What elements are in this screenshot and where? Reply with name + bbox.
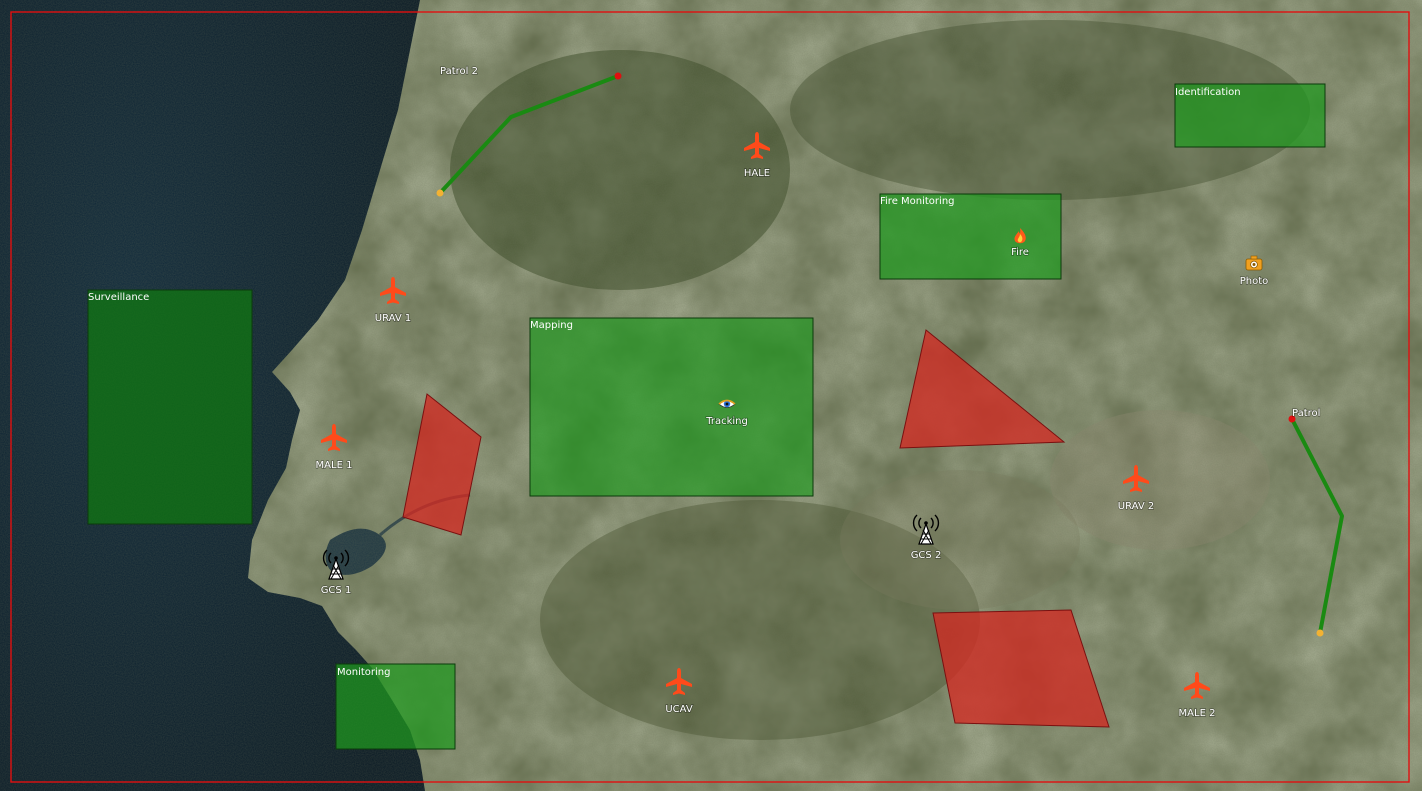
map-canvas[interactable]: Surveillance Mapping Monitoring Fire Mon… <box>0 0 1422 791</box>
zone-identification[interactable]: Identification <box>1174 83 1326 148</box>
zone-monitoring[interactable]: Monitoring <box>335 663 456 750</box>
aircraft-label: UCAV <box>665 704 693 715</box>
route-label: Patrol <box>1292 408 1320 419</box>
target-label: Tracking <box>705 416 748 427</box>
zone-label: Surveillance <box>88 292 149 303</box>
zone-label: Mapping <box>530 320 573 331</box>
zone-label: Monitoring <box>337 667 390 678</box>
route-start-point[interactable] <box>436 189 444 197</box>
mission-map[interactable]: Surveillance Mapping Monitoring Fire Mon… <box>0 0 1422 791</box>
target-label: Photo <box>1240 276 1269 287</box>
zone-surveillance[interactable]: Surveillance <box>87 289 253 525</box>
route-label: Patrol 2 <box>440 66 478 77</box>
zone-fire-monitoring[interactable]: Fire Monitoring <box>879 193 1062 280</box>
aircraft-label: MALE 2 <box>1179 708 1216 719</box>
zone-label: Identification <box>1175 87 1241 98</box>
aircraft-label: URAV 2 <box>1118 501 1154 512</box>
ground-station-label: GCS 1 <box>321 585 352 596</box>
aircraft-label: URAV 1 <box>375 313 411 324</box>
route-end-point[interactable] <box>614 72 622 80</box>
aircraft-label: HALE <box>744 168 770 179</box>
zone-label: Fire Monitoring <box>880 196 955 207</box>
zone-mapping[interactable]: Mapping <box>529 317 814 497</box>
ground-station-label: GCS 2 <box>911 550 942 561</box>
aircraft-label: MALE 1 <box>316 460 353 471</box>
route-start-point[interactable] <box>1316 629 1324 637</box>
target-label: Fire <box>1011 247 1029 258</box>
